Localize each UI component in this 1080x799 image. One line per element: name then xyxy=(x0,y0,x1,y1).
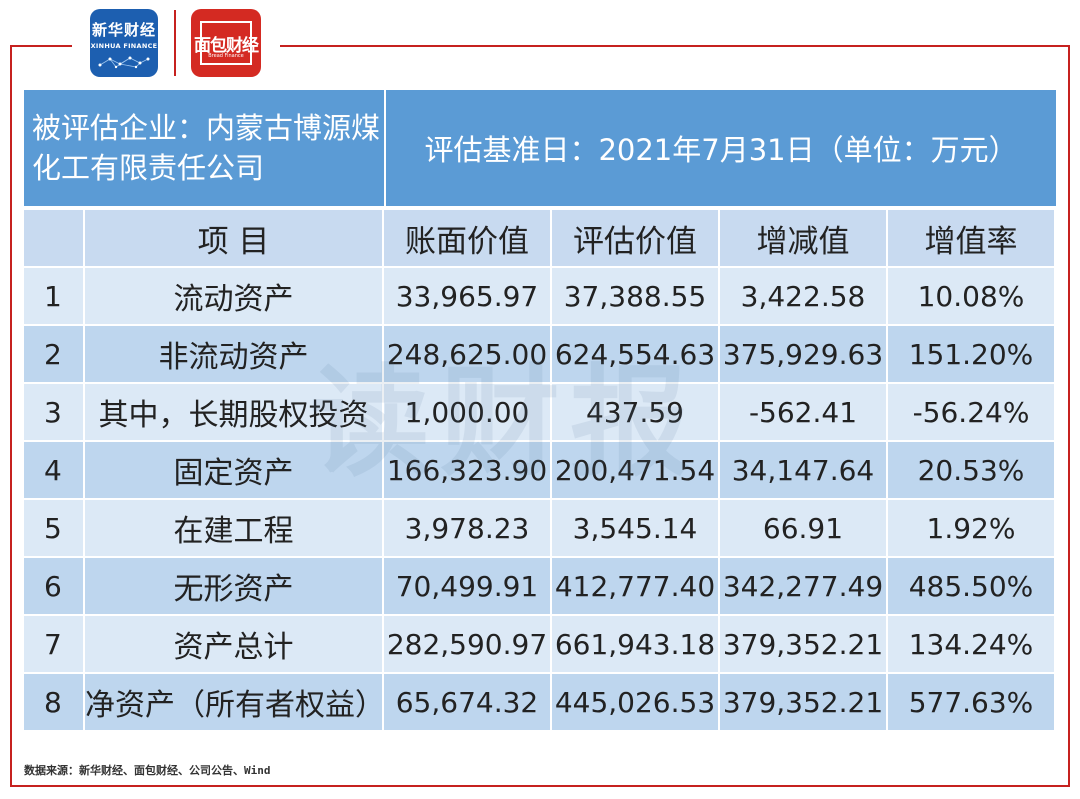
row-change: 66.91 xyxy=(720,500,886,556)
row-rate: 151.20% xyxy=(888,326,1054,382)
row-assessed-value: 445,026.53 xyxy=(552,674,718,730)
table-row: 7 资产总计 282,590.97 661,943.18 379,352.21 … xyxy=(24,616,1054,672)
column-header-index xyxy=(24,210,83,266)
row-assessed-value: 437.59 xyxy=(552,384,718,440)
row-rate: 577.63% xyxy=(888,674,1054,730)
row-item: 净资产（所有者权益） xyxy=(85,674,382,730)
row-item: 流动资产 xyxy=(85,268,382,324)
table-row: 5 在建工程 3,978.23 3,545.14 66.91 1.92% xyxy=(24,500,1054,556)
row-book-value: 166,323.90 xyxy=(384,442,550,498)
valuation-date-header: 评估基准日：2021年7月31日（单位：万元） xyxy=(386,90,1057,206)
row-book-value: 282,590.97 xyxy=(384,616,550,672)
frame-line-top-right xyxy=(280,45,1070,47)
row-rate: 10.08% xyxy=(888,268,1054,324)
row-rate: 20.53% xyxy=(888,442,1054,498)
mianbao-logo-subtext: Bread Finance xyxy=(208,53,244,59)
xinhua-finance-logo: 新华财经 XINHUA FINANCE xyxy=(90,9,158,77)
row-index: 1 xyxy=(24,268,83,324)
table-row: 2 非流动资产 248,625.00 624,554.63 375,929.63… xyxy=(24,326,1054,382)
row-change: 379,352.21 xyxy=(720,616,886,672)
row-book-value: 70,499.91 xyxy=(384,558,550,614)
row-rate: 134.24% xyxy=(888,616,1054,672)
row-change: 342,277.49 xyxy=(720,558,886,614)
row-rate: 485.50% xyxy=(888,558,1054,614)
frame-line-left xyxy=(10,45,12,787)
table-row: 1 流动资产 33,965.97 37,388.55 3,422.58 10.0… xyxy=(24,268,1054,324)
column-header-assessed-value: 评估价值 xyxy=(552,210,718,266)
row-index: 5 xyxy=(24,500,83,556)
row-index: 2 xyxy=(24,326,83,382)
network-dots-icon xyxy=(98,56,150,69)
row-assessed-value: 3,545.14 xyxy=(552,500,718,556)
row-item: 非流动资产 xyxy=(85,326,382,382)
row-index: 3 xyxy=(24,384,83,440)
frame-line-right xyxy=(1068,45,1070,787)
column-header-row: 项 目 账面价值 评估价值 增减值 增值率 xyxy=(24,210,1054,266)
row-book-value: 65,674.32 xyxy=(384,674,550,730)
data-source-note: 数据来源：新华财经、面包财经、公司公告、Wind xyxy=(24,764,271,777)
row-rate: 1.92% xyxy=(888,500,1054,556)
logo-divider xyxy=(174,10,176,76)
xinhua-logo-subtext: XINHUA FINANCE xyxy=(90,42,158,50)
row-index: 7 xyxy=(24,616,83,672)
row-item: 在建工程 xyxy=(85,500,382,556)
row-book-value: 1,000.00 xyxy=(384,384,550,440)
column-header-rate: 增值率 xyxy=(888,210,1054,266)
row-item: 其中，长期股权投资 xyxy=(85,384,382,440)
row-book-value: 33,965.97 xyxy=(384,268,550,324)
row-book-value: 248,625.00 xyxy=(384,326,550,382)
row-change: 375,929.63 xyxy=(720,326,886,382)
row-change: -562.41 xyxy=(720,384,886,440)
row-rate: -56.24% xyxy=(888,384,1054,440)
row-change: 379,352.21 xyxy=(720,674,886,730)
row-assessed-value: 624,554.63 xyxy=(552,326,718,382)
xinhua-logo-text: 新华财经 xyxy=(91,21,156,39)
row-item: 资产总计 xyxy=(85,616,382,672)
row-change: 3,422.58 xyxy=(720,268,886,324)
row-book-value: 3,978.23 xyxy=(384,500,550,556)
row-assessed-value: 661,943.18 xyxy=(552,616,718,672)
row-change: 34,147.64 xyxy=(720,442,886,498)
mianbao-finance-logo: 面包财经 Bread Finance xyxy=(191,9,261,77)
company-header: 被评估企业：内蒙古博源煤化工有限责任公司 xyxy=(24,90,384,206)
row-index: 4 xyxy=(24,442,83,498)
row-assessed-value: 412,777.40 xyxy=(552,558,718,614)
frame-line-bottom xyxy=(10,785,1070,787)
table-title-row: 被评估企业：内蒙古博源煤化工有限责任公司 评估基准日：2021年7月31日（单位… xyxy=(24,90,1057,206)
column-header-item: 项 目 xyxy=(85,210,382,266)
row-item: 固定资产 xyxy=(85,442,382,498)
table-row: 6 无形资产 70,499.91 412,777.40 342,277.49 4… xyxy=(24,558,1054,614)
column-header-book-value: 账面价值 xyxy=(384,210,550,266)
table-row: 4 固定资产 166,323.90 200,471.54 34,147.64 2… xyxy=(24,442,1054,498)
column-header-change: 增减值 xyxy=(720,210,886,266)
table-row: 8 净资产（所有者权益） 65,674.32 445,026.53 379,35… xyxy=(24,674,1054,730)
row-index: 6 xyxy=(24,558,83,614)
row-index: 8 xyxy=(24,674,83,730)
valuation-table: 被评估企业：内蒙古博源煤化工有限责任公司 评估基准日：2021年7月31日（单位… xyxy=(24,88,1057,732)
row-assessed-value: 37,388.55 xyxy=(552,268,718,324)
row-item: 无形资产 xyxy=(85,558,382,614)
table-row: 3 其中，长期股权投资 1,000.00 437.59 -562.41 -56.… xyxy=(24,384,1054,440)
frame-line-top-left xyxy=(10,45,72,47)
row-assessed-value: 200,471.54 xyxy=(552,442,718,498)
